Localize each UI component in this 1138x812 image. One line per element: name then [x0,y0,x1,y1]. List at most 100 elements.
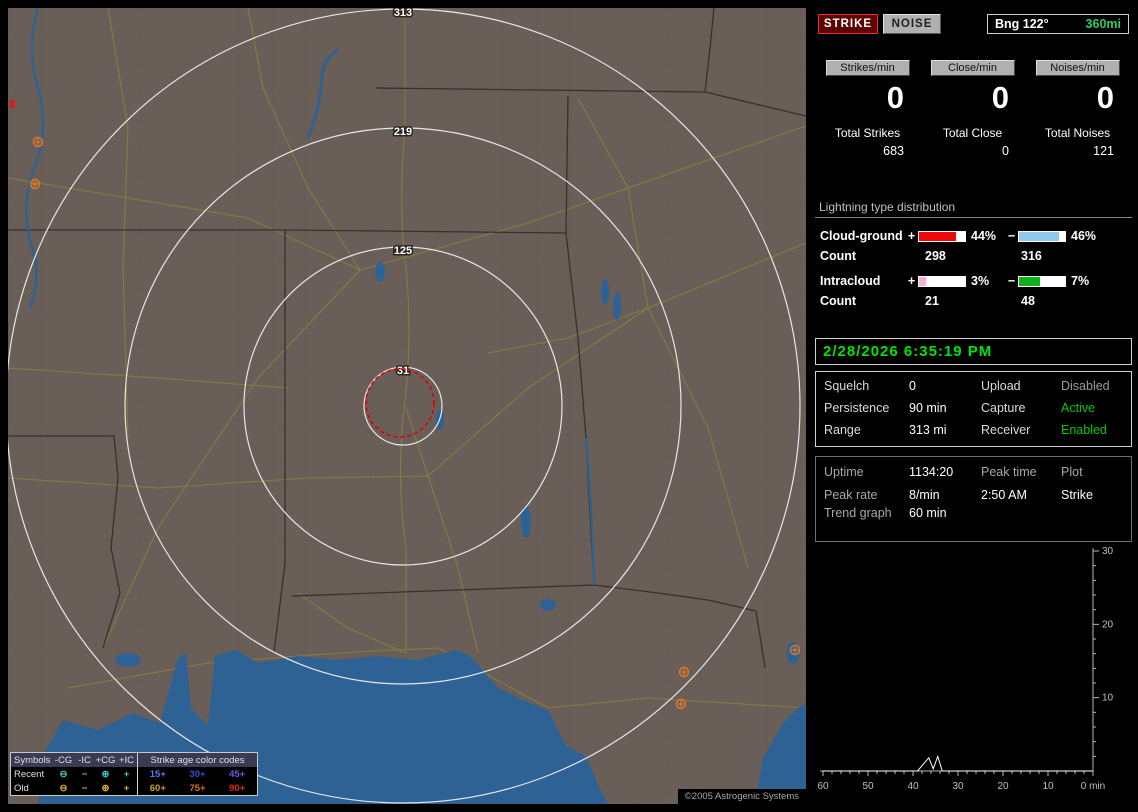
cg-positive-bar-fill [919,231,956,241]
legend-row-old: Old ⊖ − ⊕ + 60+ 75+ 90+ [11,781,257,795]
peak-time-value: 2:50 AM [981,488,1027,502]
neg-ic-symbol-icon: − [81,782,88,794]
plus-sign: + [907,229,916,243]
pos-ic-symbol-icon: + [123,782,130,794]
squelch-value: 0 [909,379,916,393]
plus-sign: + [907,274,916,288]
intracloud-count-row: Count 21 48 [815,294,1132,308]
lake [375,262,385,282]
strike-trend-graph: 10 20 30 60 50 40 30 20 10 0 min [817,546,1114,792]
cloud-ground-count-row: Count 298 316 [815,249,1132,263]
pos-cg-symbol-icon: ⊕ [101,768,110,780]
cg-negative-percent: 46% [1071,229,1097,243]
pos-ic-symbol-icon: + [123,768,130,780]
map-canvas[interactable]: 313 219 125 31 [8,8,806,804]
range-setting-label: Range [824,423,861,437]
neg-ic-symbol-icon: − [81,768,88,780]
ic-negative-percent: 7% [1071,274,1090,288]
legend-col-neg-cg: -CG [54,754,73,766]
total-strikes-label: Total Strikes [834,126,901,140]
age-code-30: 30+ [189,768,206,780]
neg-cg-symbol-icon: ⊖ [59,782,68,794]
datetime-display: 2/28/2026 6:35:19 PM [815,338,1132,365]
noise-marker [10,100,15,108]
bearing-value: Bng 122° [995,17,1049,31]
range-ring-label: 31 [397,365,409,377]
lake [613,292,621,320]
receiver-status: Enabled [1061,423,1107,437]
uptime-value: 1134:20 [909,465,954,479]
cloud-ground-row: Cloud-ground + 44% − 46% [815,229,1132,243]
legend-old-label: Old [14,782,29,794]
x-tick-label: 0 min [1081,781,1105,792]
age-code-15: 15+ [149,768,166,780]
noises-per-min-button[interactable]: Noises/min [1035,60,1120,76]
plot-value: Strike [1061,488,1093,502]
trend-graph-label: Trend graph [824,506,892,520]
legend-header: Symbols -CG -IC +CG +IC Strike age color… [11,753,257,767]
strikes-per-min-value: 0 [886,80,904,115]
copyright-notice: ©2005 Astrogenic Systems [677,789,806,804]
intracloud-row: Intracloud + 3% − 7% [815,274,1132,288]
ic-positive-count: 21 [925,294,939,308]
map-panel[interactable]: 313 219 125 31 Symbols -CG -IC +CG +IC Stri… [8,8,806,804]
count-label: Count [820,249,857,263]
cg-positive-bar [918,230,966,242]
peak-time-label: Peak time [981,465,1037,479]
ic-positive-bar-fill [919,276,927,286]
x-tick-label: 20 [997,781,1009,792]
strikes-per-min-button[interactable]: Strikes/min [825,60,910,76]
noises-per-min-value: 0 [1096,80,1114,115]
peak-rate-value: 8/min [909,488,940,502]
x-tick-label: 10 [1042,781,1054,792]
persistence-value: 90 min [909,401,947,415]
trend-window-value: 60 min [909,506,947,520]
strike-rate-series [823,754,1093,772]
lightning-detector-window: 313 219 125 31 Symbols -CG -IC +CG +IC Stri… [0,0,1138,812]
total-strikes-value: 683 [883,144,904,158]
neg-cg-symbol-icon: ⊖ [59,768,68,780]
lightning-distribution-section: Lightning type distribution Cloud-ground… [815,200,1132,308]
uptime-label: Uptime [824,465,864,479]
age-code-75: 75+ [189,782,206,794]
plot-label: Plot [1061,465,1083,479]
range-setting-value: 313 mi [909,423,947,437]
close-per-min-value: 0 [991,80,1009,115]
age-code-90: 90+ [229,782,246,794]
minus-sign: − [1007,229,1016,243]
legend-recent-label: Recent [14,768,45,780]
total-close-label: Total Close [942,126,1003,140]
capture-label: Capture [981,401,1026,415]
legend-row-recent: Recent ⊖ − ⊕ + 15+ 30+ 45+ [11,767,257,781]
cg-negative-bar-fill [1019,231,1060,241]
x-tick-label: 40 [907,781,919,792]
legend-col-neg-ic: -IC [78,754,91,766]
capture-status: Active [1061,401,1096,415]
cloud-ground-label: Cloud-ground [820,229,903,243]
noise-mode-button[interactable]: NOISE [883,14,941,34]
y-tick-label: 30 [1102,546,1114,557]
range-ring-label: 219 [394,126,412,138]
range-ring-label: 313 [394,8,412,19]
x-tick-label: 50 [862,781,874,792]
bearing-range-display: Bng 122° 360mi [987,14,1129,34]
lake [115,653,141,667]
pos-cg-symbol-icon: ⊕ [101,782,110,794]
cg-positive-percent: 44% [971,229,997,243]
receiver-label: Receiver [981,423,1031,437]
divider [815,217,1132,218]
legend-age-header: Strike age color codes [150,754,245,766]
cg-negative-count: 316 [1021,249,1042,263]
ic-negative-bar-fill [1019,276,1041,286]
persistence-label: Persistence [824,401,890,415]
x-tick-label: 30 [952,781,964,792]
peak-rate-label: Peak rate [824,488,878,502]
close-per-min-button[interactable]: Close/min [930,60,1015,76]
upload-status: Disabled [1061,379,1110,393]
strike-mode-button[interactable]: STRIKE [818,14,878,34]
range-ring-label: 125 [394,245,412,257]
rate-counters: Strikes/min 0 Total Strikes 683 Close/mi… [815,60,1132,158]
count-label: Count [820,294,857,308]
map-legend: Symbols -CG -IC +CG +IC Strike age color… [10,752,258,796]
lake [540,599,556,611]
